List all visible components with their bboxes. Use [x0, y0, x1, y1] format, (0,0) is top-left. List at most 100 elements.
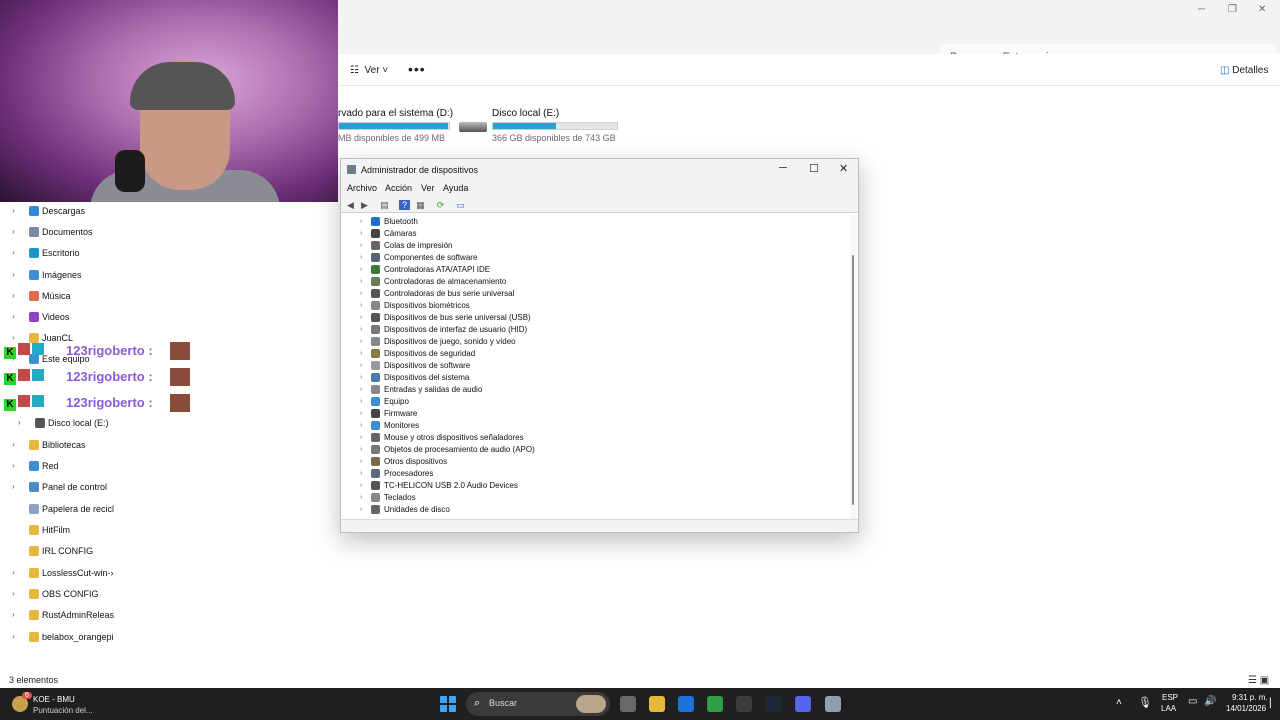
nav-item[interactable]: HitFilm [0, 521, 200, 541]
device-category[interactable]: › Dispositivos de seguridad [343, 348, 843, 360]
show-hide-tree-icon[interactable]: ▤ [379, 200, 390, 210]
chevron-right-icon[interactable]: › [12, 440, 15, 449]
back-arrow-icon[interactable]: ◀ [345, 200, 356, 210]
nav-item[interactable]: › Música [0, 287, 200, 307]
expand-chevron-icon[interactable]: › [360, 266, 362, 273]
taskbar-search[interactable]: ⌕ Buscar [466, 692, 610, 716]
device-manager-icon[interactable] [825, 696, 841, 712]
device-category[interactable]: › Otros dispositivos [343, 456, 843, 468]
chevron-right-icon[interactable]: › [12, 482, 15, 491]
nav-item[interactable]: › Descargas [0, 202, 200, 222]
chevron-right-icon[interactable]: › [12, 291, 15, 300]
menu-accion[interactable]: Acción [385, 183, 412, 193]
expand-chevron-icon[interactable]: › [360, 434, 362, 441]
drive-tile-e[interactable]: Disco local (E:) 366 GB disponibles de 7… [492, 108, 618, 143]
device-category[interactable]: › Controladoras ATA/ATAPI IDE [343, 264, 843, 276]
scrollbar-thumb[interactable] [852, 255, 854, 505]
device-category[interactable]: › Dispositivos del sistema [343, 372, 843, 384]
chevron-right-icon[interactable]: › [12, 610, 15, 619]
device-category[interactable]: › Teclados [343, 492, 843, 504]
chevron-right-icon[interactable]: › [12, 568, 15, 577]
file-explorer-icon[interactable] [649, 696, 665, 712]
clock-date[interactable]: 14/01/2026 [1226, 704, 1266, 713]
discord-icon[interactable] [795, 696, 811, 712]
forward-arrow-icon[interactable]: ▶ [359, 200, 370, 210]
task-view-icon[interactable] [620, 696, 636, 712]
help-icon[interactable]: ? [399, 200, 410, 210]
device-category[interactable]: › Mouse y otros dispositivos señaladores [343, 432, 843, 444]
properties-icon[interactable]: ▦ [415, 200, 426, 210]
device-category[interactable]: › Entradas y salidas de audio [343, 384, 843, 396]
expand-chevron-icon[interactable]: › [360, 254, 362, 261]
monitor-icon[interactable]: ▭ [455, 200, 466, 210]
device-category[interactable]: › Dispositivos biométricos [343, 300, 843, 312]
nav-item[interactable]: › Panel de control [0, 478, 200, 498]
nav-item[interactable]: IRL CONFIG [0, 542, 200, 562]
view-button[interactable]: ☷ Ver ˅ [350, 65, 388, 76]
nav-item[interactable]: › Red [0, 457, 200, 477]
nav-item[interactable]: › Disco local (E:) [0, 414, 200, 434]
menu-ver[interactable]: Ver [421, 183, 435, 193]
vertical-scrollbar[interactable] [850, 215, 857, 519]
close-icon[interactable]: ✕ [1258, 4, 1266, 15]
chevron-right-icon[interactable]: › [12, 461, 15, 470]
expand-chevron-icon[interactable]: › [360, 242, 362, 249]
chevron-right-icon[interactable]: › [12, 312, 15, 321]
chrome-icon[interactable] [707, 696, 723, 712]
steam-icon[interactable] [765, 696, 781, 712]
windows-start-icon[interactable] [440, 696, 456, 712]
nav-item[interactable]: › Imágenes [0, 266, 200, 286]
expand-chevron-icon[interactable]: › [360, 482, 362, 489]
notifications-icon[interactable]: ▏ [1270, 698, 1277, 709]
nav-item[interactable]: › RustAdminReleas [0, 606, 200, 626]
chevron-right-icon[interactable]: › [12, 270, 15, 279]
device-category[interactable]: › Controladoras de almacenamiento [343, 276, 843, 288]
expand-chevron-icon[interactable]: › [360, 458, 362, 465]
expand-chevron-icon[interactable]: › [360, 422, 362, 429]
nav-item[interactable]: › LosslessCut-win-› [0, 564, 200, 584]
device-category[interactable]: › Controladoras de bus serie universal [343, 288, 843, 300]
nav-item[interactable]: › Bibliotecas [0, 436, 200, 456]
microphone-tray-icon[interactable]: 🎙 [1138, 696, 1152, 709]
expand-chevron-icon[interactable]: › [360, 362, 362, 369]
drive-tile-d[interactable]: rvado para el sistema (D:) MB disponible… [338, 108, 453, 143]
menu-archivo[interactable]: Archivo [347, 183, 377, 193]
device-category[interactable]: › Dispositivos de juego, sonido y vídeo [343, 336, 843, 348]
expand-chevron-icon[interactable]: › [360, 350, 362, 357]
minimize-icon[interactable]: ─ [779, 162, 787, 174]
keyboard-layout[interactable]: LAA [1161, 704, 1176, 713]
chevron-right-icon[interactable]: › [12, 589, 15, 598]
device-category[interactable]: › TC-HELICON USB 2.0 Audio Devices [343, 480, 843, 492]
outlook-icon[interactable] [678, 696, 694, 712]
maximize-icon[interactable]: ☐ [809, 162, 819, 175]
expand-chevron-icon[interactable]: › [360, 290, 362, 297]
device-category[interactable]: › Objetos de procesamiento de audio (APO) [343, 444, 843, 456]
chevron-right-icon[interactable]: › [12, 632, 15, 641]
language-code[interactable]: ESP [1162, 693, 1178, 702]
scan-hardware-icon[interactable]: ⟳ [435, 200, 446, 210]
expand-chevron-icon[interactable]: › [360, 506, 362, 513]
expand-chevron-icon[interactable]: › [360, 446, 362, 453]
network-icon[interactable]: ▭ [1188, 696, 1197, 707]
nav-item[interactable]: › Escritorio [0, 244, 200, 264]
clock-time[interactable]: 9:31 p. m. [1232, 693, 1268, 702]
expand-chevron-icon[interactable]: › [360, 302, 362, 309]
device-category[interactable]: › Cámaras [343, 228, 843, 240]
expand-chevron-icon[interactable]: › [360, 386, 362, 393]
news-widget[interactable]: 6 KOE - BMU Puntuación del... [12, 692, 132, 716]
device-category[interactable]: › Unidades de disco [343, 504, 843, 516]
details-button[interactable]: ◫ Detalles [1220, 65, 1268, 76]
device-category[interactable]: › Bluetooth [343, 216, 843, 228]
nav-item[interactable]: Papelera de recicl [0, 500, 200, 520]
expand-chevron-icon[interactable]: › [360, 470, 362, 477]
device-category[interactable]: › Equipo [343, 396, 843, 408]
chevron-right-icon[interactable]: › [12, 206, 15, 215]
device-category[interactable]: › Dispositivos de bus serie universal (US… [343, 312, 843, 324]
device-tree[interactable]: › Bluetooth › Cámaras › Colas de impresión › Co… [343, 215, 848, 519]
device-category[interactable]: › Dispositivos de software [343, 360, 843, 372]
device-category[interactable]: › Colas de impresión [343, 240, 843, 252]
expand-chevron-icon[interactable]: › [360, 398, 362, 405]
expand-chevron-icon[interactable]: › [360, 230, 362, 237]
maximize-icon[interactable]: ❐ [1228, 4, 1237, 15]
expand-chevron-icon[interactable]: › [360, 278, 362, 285]
